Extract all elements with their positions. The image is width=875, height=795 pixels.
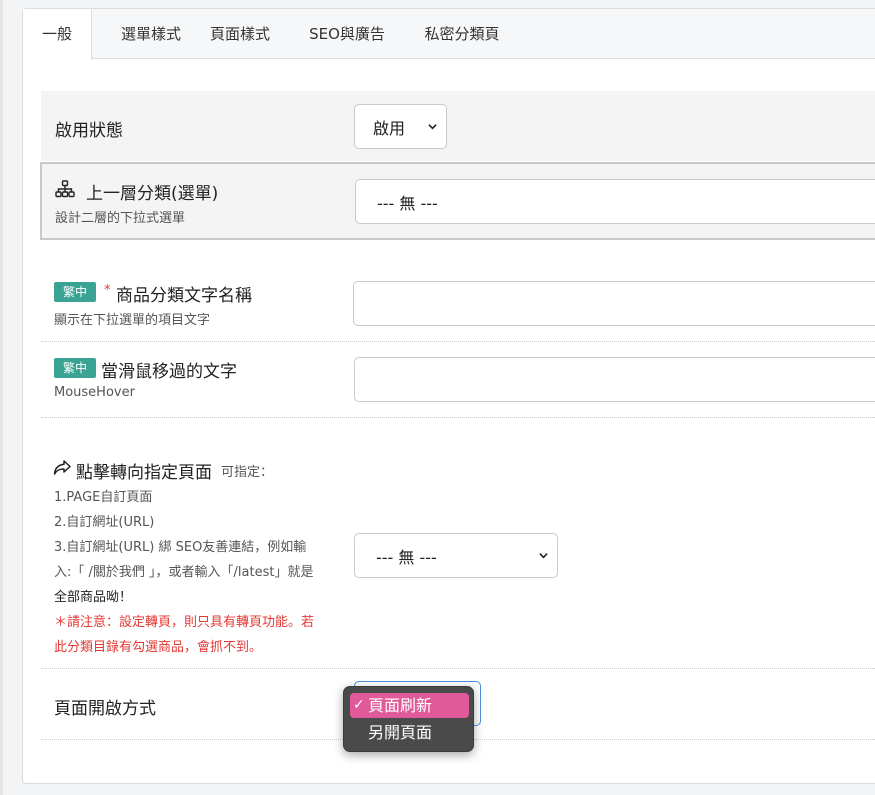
tab-bar: 一般 選單樣式 頁面樣式 SEO與廣告 私密分類頁: [23, 9, 875, 60]
tab-private-category[interactable]: 私密分類頁: [417, 9, 507, 59]
dropdown-option[interactable]: ✓ 頁面刷新: [350, 693, 469, 718]
name-sub: 顯示在下拉選單的項目文字: [54, 313, 211, 328]
required-mark: *: [104, 283, 111, 298]
divider: [41, 341, 875, 342]
redirect-hint: 可指定：: [221, 465, 274, 480]
redirect-warning: ＊請注意：設定轉頁，則只具有轉頁功能。若: [54, 615, 315, 630]
tab-seo-ads[interactable]: SEO與廣告: [301, 9, 393, 59]
open-mode-label: 頁面開啟方式: [54, 699, 156, 719]
status-select[interactable]: 啟用: [354, 104, 447, 149]
hover-sub: MouseHover: [54, 385, 135, 400]
status-select-value: 啟用: [373, 118, 406, 138]
parent-sub: 設計二層的下拉式選單: [55, 211, 186, 226]
parent-select-value: --- 無 ---: [377, 193, 438, 213]
chevron-down-icon: [539, 552, 548, 558]
redirect-select-value: --- 無 ---: [376, 547, 437, 567]
status-label: 啟用狀態: [55, 121, 123, 141]
redirect-label: 點擊轉向指定頁面: [76, 463, 212, 483]
dropdown-option-label: 頁面刷新: [368, 696, 433, 715]
redirect-line: 入:「 /關於我們 」，或者輸入「/latest」就是: [54, 565, 314, 580]
chevron-down-icon: [428, 123, 437, 129]
dropdown-option[interactable]: 另開頁面: [350, 720, 469, 745]
redirect-line: 3.自訂網址(URL) 綁 SEO友善連結，例如輸: [54, 540, 307, 555]
tab-menu-style[interactable]: 選單樣式: [103, 9, 199, 59]
redirect-warning: 此分類目錄有勾選商品，會抓不到。: [54, 640, 263, 655]
parent-label: 上一層分類(選單): [86, 184, 219, 204]
dropdown-option-label: 另開頁面: [368, 723, 433, 742]
lang-badge: 繁中: [54, 358, 96, 378]
status-row: [41, 91, 875, 161]
tab-general[interactable]: 一般: [23, 9, 92, 60]
sitemap-icon: [55, 180, 75, 198]
redirect-line: 1.PAGE自訂頁面: [54, 490, 153, 505]
check-icon: ✓: [353, 697, 365, 713]
hover-label: 當滑鼠移過的文字: [101, 362, 237, 382]
share-arrow-icon: [53, 460, 71, 475]
left-border: [0, 0, 3, 795]
open-mode-dropdown: ✓ 頁面刷新 另開頁面: [343, 686, 474, 752]
divider: [41, 668, 875, 669]
parent-select[interactable]: --- 無 ---: [355, 179, 875, 224]
tab-page-style[interactable]: 頁面樣式: [200, 9, 280, 59]
lang-badge: 繁中: [54, 282, 96, 302]
redirect-select[interactable]: --- 無 ---: [354, 533, 558, 578]
divider: [41, 417, 875, 418]
hover-input[interactable]: [354, 357, 875, 402]
name-input[interactable]: [353, 281, 875, 326]
redirect-line: 2.自訂網址(URL): [54, 515, 155, 530]
name-label: 商品分類文字名稱: [116, 286, 252, 306]
redirect-line: 全部商品呦！: [54, 590, 133, 605]
